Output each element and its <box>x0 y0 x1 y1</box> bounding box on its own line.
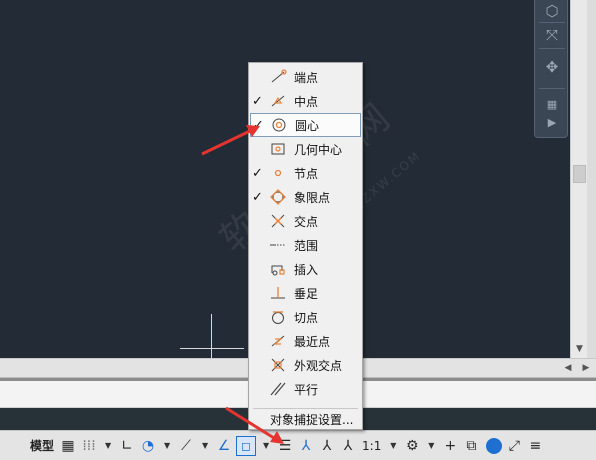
menu-item-label: 范围 <box>294 238 319 253</box>
crosshair-vertical <box>211 314 212 358</box>
menu-item-quadrant[interactable]: ✓ 象限点 <box>250 185 361 209</box>
plus-icon[interactable]: + <box>441 435 459 457</box>
nearest-icon <box>268 332 288 350</box>
menu-item-label: 节点 <box>294 166 319 181</box>
red-arrow-icon <box>201 125 260 156</box>
menu-item-parallel[interactable]: 平行 <box>250 377 361 401</box>
menu-item-label: 交点 <box>294 214 319 229</box>
pan-icon[interactable]: ✥ <box>540 56 564 78</box>
check-mark: ✓ <box>252 165 263 181</box>
status-bar: 模型 ▦ ⁞⁞⁞ ▼ ∟ ◔ ▼ ⟋ ▼ ∠ ◻ ▼ ☰ ⅄ ⅄ ⅄ 1:1 ▼… <box>0 430 596 460</box>
scroll-left-icon[interactable]: ◀ <box>560 359 576 378</box>
menu-item-label: 垂足 <box>294 286 319 301</box>
tangent-icon <box>268 308 288 326</box>
menu-item-label: 中点 <box>294 94 319 109</box>
nav-divider <box>539 88 565 89</box>
chevron-down-icon[interactable]: ▼ <box>160 435 174 457</box>
hardware-acceleration-icon[interactable] <box>486 437 503 454</box>
menu-item-intersection[interactable]: 交点 <box>250 209 361 233</box>
menu-item-extension[interactable]: 范围 <box>250 233 361 257</box>
endpoint-icon <box>268 68 288 86</box>
zoom-icon[interactable]: ⤧ <box>540 24 564 46</box>
chevron-down-icon[interactable]: ▼ <box>198 435 212 457</box>
polar-icon[interactable]: ◔ <box>139 435 157 457</box>
check-mark: ✓ <box>252 93 263 109</box>
menu-item-center[interactable]: ✓ 圆心 <box>250 113 361 137</box>
chevron-down-icon[interactable]: ▼ <box>101 435 115 457</box>
intersection-icon <box>268 212 288 230</box>
grid-icon[interactable]: ▦ <box>59 435 77 457</box>
midpoint-icon <box>268 92 288 110</box>
menu-item-label: 圆心 <box>295 118 320 133</box>
auto-scale-icon[interactable]: ⅄ <box>318 435 336 457</box>
insertion-icon <box>268 260 288 278</box>
apparent-intersection-icon <box>268 356 288 374</box>
navigation-bar: ⬡ ⤧ ✥ ▦ ▶ <box>534 0 568 138</box>
check-mark: ✓ <box>252 189 263 205</box>
nav-divider <box>539 22 565 23</box>
menu-item-midpoint[interactable]: ✓ 中点 <box>250 89 361 113</box>
node-icon <box>268 164 288 182</box>
workspace-gear-icon[interactable]: ⚙ <box>403 435 421 457</box>
model-space-button[interactable]: 模型 <box>28 435 56 457</box>
red-arrow-icon <box>225 406 284 444</box>
menu-item-label: 切点 <box>294 310 319 325</box>
nav-divider <box>539 48 565 49</box>
isolate-objects-icon[interactable]: ⧉ <box>462 435 480 457</box>
menu-item-label: 外观交点 <box>294 358 343 373</box>
snap-mode-icon[interactable]: ⁞⁞⁞ <box>80 435 98 457</box>
menu-item-label: 端点 <box>294 70 319 85</box>
menu-item-label: 插入 <box>294 262 319 277</box>
customization-menu-icon[interactable]: ≡ <box>526 435 544 457</box>
menu-item-label: 平行 <box>294 382 319 397</box>
isodraft-icon[interactable]: ⟋ <box>177 435 195 457</box>
menu-item-insertion[interactable]: 插入 <box>250 257 361 281</box>
annotation-scale-value[interactable]: 1:1 <box>360 435 383 457</box>
menu-item-perpendicular[interactable]: 垂足 <box>250 281 361 305</box>
crosshair-horizontal <box>180 348 244 349</box>
perpendicular-icon <box>268 284 288 302</box>
vertical-scrollbar[interactable]: ▼ <box>570 0 587 358</box>
clean-screen-icon[interactable]: ⤢ <box>505 435 523 457</box>
parallel-icon <box>268 380 288 398</box>
menu-item-tangent[interactable]: 切点 <box>250 305 361 329</box>
menu-item-geometric-center[interactable]: 几何中心 <box>250 137 361 161</box>
annotation-scale-icon[interactable]: ⅄ <box>339 435 357 457</box>
scroll-right-icon[interactable]: ▶ <box>578 359 594 378</box>
right-panel-edge <box>587 0 596 358</box>
scroll-down-icon[interactable]: ▼ <box>571 341 588 358</box>
menu-item-apparent-intersection[interactable]: 外观交点 <box>250 353 361 377</box>
menu-item-node[interactable]: ✓ 节点 <box>250 161 361 185</box>
play-icon[interactable]: ▶ <box>540 112 564 134</box>
menu-item-label: 最近点 <box>294 334 331 349</box>
menu-item-label: 象限点 <box>294 190 331 205</box>
ortho-icon[interactable]: ∟ <box>118 435 136 457</box>
menu-item-label: 几何中心 <box>294 142 343 157</box>
chevron-down-icon[interactable]: ▼ <box>424 435 438 457</box>
quadrant-icon <box>268 188 288 206</box>
menu-item-endpoint[interactable]: 端点 <box>250 65 361 89</box>
vertical-scroll-thumb[interactable] <box>573 165 586 183</box>
annotation-visibility-icon[interactable]: ⅄ <box>297 435 315 457</box>
center-icon <box>269 116 289 134</box>
menu-item-nearest[interactable]: 最近点 <box>250 329 361 353</box>
geometric-center-icon <box>268 140 288 158</box>
extension-icon <box>268 236 288 254</box>
steering-wheel-icon[interactable]: ⬡ <box>540 0 564 22</box>
chevron-down-icon[interactable]: ▼ <box>386 435 400 457</box>
